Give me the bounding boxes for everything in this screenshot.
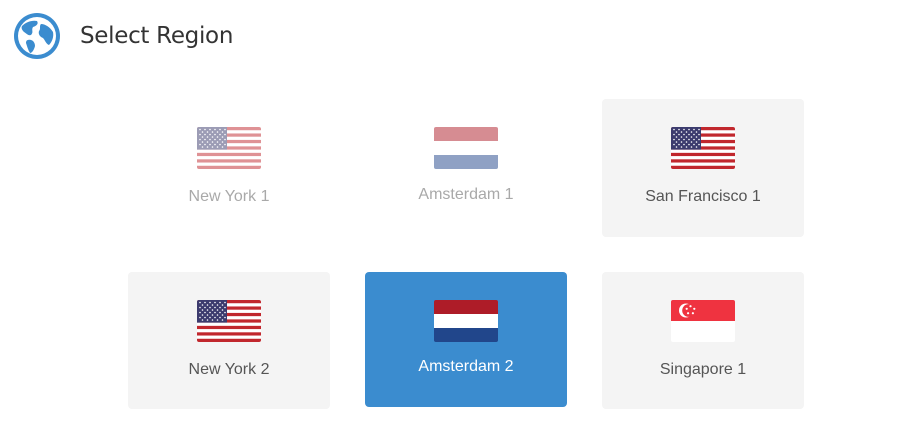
region-card-amsterdam-2[interactable]: Amsterdam 2 xyxy=(365,272,567,407)
page-header: Select Region xyxy=(12,12,233,60)
us-flag-icon xyxy=(197,127,261,169)
region-label: New York 2 xyxy=(188,361,270,378)
region-label: Singapore 1 xyxy=(659,361,747,378)
region-card-amsterdam-1[interactable]: Amsterdam 1 xyxy=(365,99,567,237)
region-label: Amsterdam 1 xyxy=(418,186,514,203)
region-label: San Francisco 1 xyxy=(645,188,761,205)
nl-flag-icon xyxy=(434,300,498,342)
page-title: Select Region xyxy=(80,23,234,49)
sg-flag-icon xyxy=(671,300,735,342)
region-label: New York 1 xyxy=(188,188,270,205)
nl-flag-icon xyxy=(434,127,498,169)
region-card-new-york-1[interactable]: New York 1 xyxy=(128,99,330,237)
us-flag-icon xyxy=(671,127,735,169)
region-label: Amsterdam 2 xyxy=(418,358,514,375)
globe-icon xyxy=(14,13,60,59)
region-card-new-york-2[interactable]: New York 2 xyxy=(128,272,330,409)
region-card-san-francisco-1[interactable]: San Francisco 1 xyxy=(602,99,804,237)
us-flag-icon xyxy=(197,300,261,342)
region-card-singapore-1[interactable]: Singapore 1 xyxy=(602,272,804,409)
